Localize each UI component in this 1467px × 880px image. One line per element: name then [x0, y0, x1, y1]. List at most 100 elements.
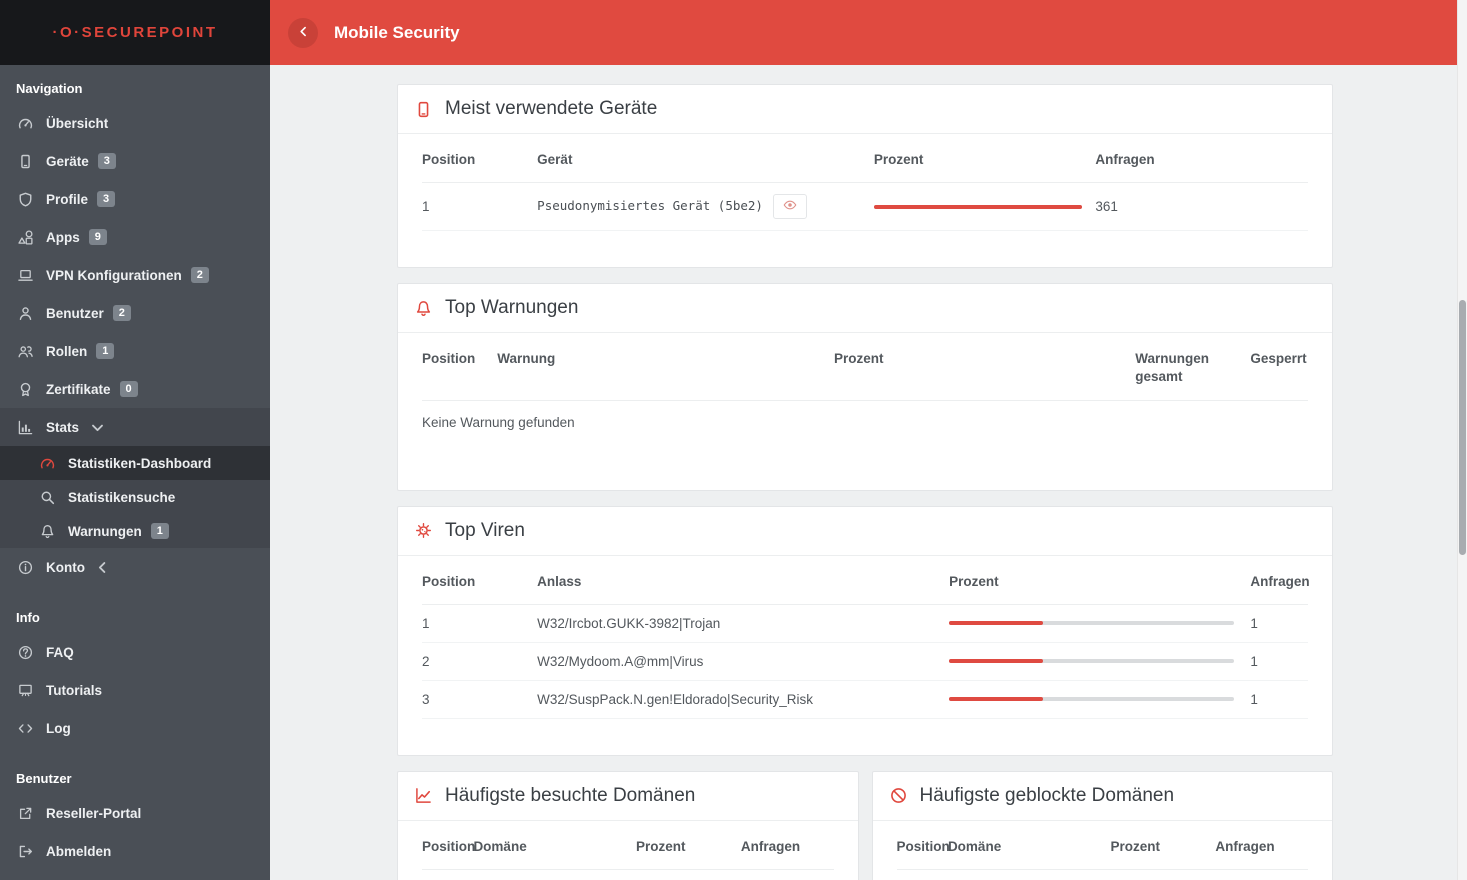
cell-domain: spiegel.de: [473, 869, 636, 880]
table-row: 1meetrics.net 31: [896, 869, 1308, 880]
column-header: Warnung: [497, 335, 834, 401]
search-icon: [38, 490, 56, 505]
vertical-scrollbar[interactable]: [1457, 0, 1467, 880]
sidebar-item-log[interactable]: Log: [0, 709, 270, 747]
cell-cause: W32/SuspPack.N.gen!Eldorado|Security_Ris…: [537, 680, 950, 719]
cell-domain: meetrics.net: [947, 869, 1111, 880]
card-header: Top Viren: [398, 507, 1332, 556]
cell-position: 1: [896, 869, 948, 880]
count-badge: 0: [119, 380, 138, 398]
cell-position: 1: [422, 182, 538, 232]
sidebar-item-apps[interactable]: Apps 9: [0, 218, 270, 256]
code-icon: [16, 721, 34, 736]
column-header: Warnungen gesamt: [1135, 335, 1251, 401]
sidebar-item-label: Konto: [46, 559, 85, 575]
table-row: 1spiegel.de 58: [422, 869, 834, 880]
column-header: Prozent: [1110, 822, 1216, 871]
table-row: 1 W32/Ircbot.GUKK-3982|Trojan 1: [422, 604, 1308, 643]
cell-cause: W32/Ircbot.GUKK-3982|Trojan: [537, 604, 950, 643]
devices-table: Position Gerät Prozent Anfragen 1 Pseudonymis…: [422, 136, 1308, 232]
cell-cause: W32/Mydoom.A@mm|Virus: [537, 642, 950, 681]
sidebar-item-gerate[interactable]: Geräte 3: [0, 142, 270, 180]
sidebar-item-label: Statistiken-Dashboard: [68, 455, 212, 471]
column-header: Prozent: [635, 822, 741, 871]
sidebar-item-label: Profile: [46, 191, 89, 207]
chevron-left-icon: [297, 25, 310, 41]
back-button[interactable]: [288, 17, 318, 48]
cell-requests: 1: [1250, 680, 1308, 719]
cell-requests: 1: [1250, 604, 1308, 643]
table-row: 1 Pseudonymisiertes Gerät (5be2) 361: [422, 182, 1308, 232]
sidebar-item-abmelden[interactable]: Abmelden: [0, 832, 270, 870]
logo-text: ·O·SECUREPOINT: [52, 24, 218, 41]
mobile-icon: [415, 101, 432, 118]
topbar: Mobile Security: [270, 0, 1457, 65]
dashboard-icon: [38, 456, 56, 471]
shield-icon: [16, 192, 34, 207]
card-header: Meist verwendete Geräte: [398, 85, 1332, 134]
card-title: Häufigste geblockte Domänen: [919, 784, 1175, 806]
page-title: Mobile Security: [334, 22, 460, 42]
count-badge: 9: [88, 228, 107, 246]
device-name: Pseudonymisiertes Gerät (5be2): [537, 198, 763, 214]
sidebar-item-vpn-konfigurationen[interactable]: VPN Konfigurationen 2: [0, 256, 270, 294]
empty-message: Keine Warnung gefunden: [422, 414, 575, 430]
cell-position: 2: [422, 642, 538, 681]
sidebar-item-konto[interactable]: Konto: [0, 548, 270, 586]
sidebar-item-faq[interactable]: FAQ: [0, 633, 270, 671]
blocked-domains-table: PositionDomäneProzentAnfragen1meetrics.n…: [896, 822, 1308, 880]
main-content: Meist verwendete Geräte Position Gerät Pro…: [270, 65, 1457, 880]
card-header: Top Warnungen: [398, 284, 1332, 334]
scrollbar-thumb[interactable]: [1459, 300, 1466, 555]
column-header: Anfragen: [1215, 822, 1308, 871]
table-row: 3 W32/SuspPack.N.gen!Eldorado|Security_Ri…: [422, 680, 1308, 719]
sidebar-item-label: Abmelden: [46, 843, 112, 859]
sidebar-item-rollen[interactable]: Rollen 1: [0, 332, 270, 370]
external-link-icon: [16, 806, 34, 821]
ban-icon: [890, 787, 907, 804]
sidebar-item-warnungen[interactable]: Warnungen 1: [0, 514, 270, 548]
cell-position: 1: [422, 869, 474, 880]
sidebar-item-profile[interactable]: Profile 3: [0, 180, 270, 218]
column-header: Domäne: [947, 822, 1111, 871]
sidebar-item-statistikensuche[interactable]: Statistikensuche: [0, 480, 270, 514]
sidebar-item-ubersicht[interactable]: Übersicht: [0, 104, 270, 142]
column-header: Position: [422, 136, 538, 184]
sidebar-item-statistiken-dashboard[interactable]: Statistiken-Dashboard: [0, 446, 270, 480]
cell-percent: [1110, 869, 1216, 880]
sidebar-item-stats[interactable]: Stats: [0, 408, 270, 446]
column-header: Prozent: [873, 136, 1096, 184]
column-header: Position: [896, 822, 950, 871]
card-title: Häufigste besuchte Domänen: [445, 784, 696, 806]
users-icon: [16, 344, 34, 359]
column-header: Domäne: [473, 822, 636, 871]
virus-name: W32/Mydoom.A@mm|Virus: [537, 653, 704, 669]
sidebar-item-tutorials[interactable]: Tutorials: [0, 671, 270, 709]
sidebar-item-label: Warnungen: [68, 523, 142, 539]
sidebar-item-reseller-portal[interactable]: Reseller-Portal: [0, 794, 270, 832]
column-header: Position: [422, 822, 475, 871]
progress-bar: [949, 697, 1235, 702]
sidebar-item-label: Stats: [46, 419, 80, 435]
column-header: Gerät: [537, 136, 874, 184]
column-header: Position: [422, 557, 538, 605]
virus-name: W32/SuspPack.N.gen!Eldorado|Security_Ris…: [537, 691, 814, 707]
card-top-warnings: Top Warnungen Position Warnung Prozent Warn…: [397, 283, 1333, 491]
card-header: Häufigste geblockte Domänen: [872, 772, 1332, 821]
card-title: Meist verwendete Geräte: [445, 98, 658, 119]
card-body: PositionDomäneProzentAnfragen1spiegel.de…: [398, 821, 858, 880]
count-badge: 1: [96, 342, 115, 360]
sidebar-item-zertifikate[interactable]: Zertifikate 0: [0, 370, 270, 408]
sidebar-item-benutzer[interactable]: Benutzer 2: [0, 294, 270, 332]
cell-requests: 58: [740, 869, 834, 880]
card-body: Position Gerät Prozent Anfragen 1 Pseudonymis…: [398, 134, 1332, 267]
cell-requests: 361: [1095, 182, 1308, 232]
viruses-table: Position Anlass Prozent Anfragen 1 W32/Ircbot…: [422, 557, 1310, 719]
sidebar-section-label: Navigation: [16, 81, 83, 96]
bottom-row: Häufigste besuchte Domänen Position Domän…: [397, 770, 1333, 880]
app-logo: ·O·SECUREPOINT: [0, 0, 270, 65]
card-top-viruses: Top Viren Position Anlass Prozent Anfragen 1…: [397, 505, 1333, 756]
sidebar-item-label: Statistikensuche: [68, 489, 176, 505]
view-device-button[interactable]: [772, 194, 807, 220]
sidebar-item-label: FAQ: [46, 644, 74, 660]
